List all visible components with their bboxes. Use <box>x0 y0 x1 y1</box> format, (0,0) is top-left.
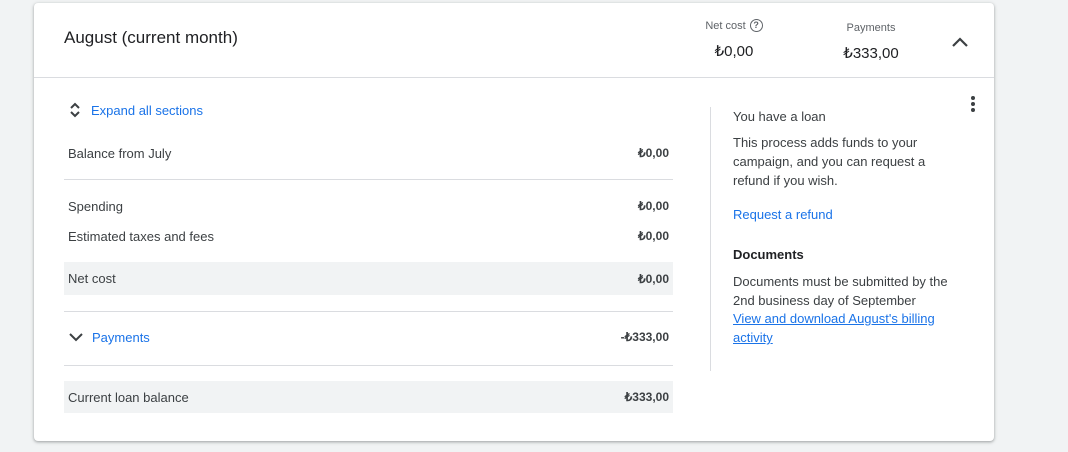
more-options-button[interactable] <box>964 93 982 115</box>
loan-title: You have a loan <box>733 109 826 124</box>
card-header: August (current month) Net cost ? ₺0,00 … <box>34 3 994 78</box>
chevron-down-icon <box>69 333 83 342</box>
loan-description: This process adds funds to your campaign… <box>733 135 926 188</box>
balance-from-label: Balance from July <box>68 145 172 161</box>
expand-all-label: Expand all sections <box>91 102 204 118</box>
loan-balance-label: Current loan balance <box>68 389 189 405</box>
net-cost-row-value: ₺0,00 <box>638 271 669 286</box>
chevron-up-icon <box>952 37 968 47</box>
loan-balance-row: Current loan balance ₺333,00 <box>64 381 673 413</box>
spending-row: Spending ₺0,00 <box>64 190 673 222</box>
loan-balance-value: ₺333,00 <box>624 390 669 404</box>
payments-toggle-label: Payments <box>92 329 150 345</box>
taxes-value: ₺0,00 <box>638 229 669 243</box>
net-cost-label: Net cost <box>705 19 746 32</box>
collapse-button[interactable] <box>946 29 974 57</box>
payments-summary: Payments ₺333,00 <box>826 22 916 62</box>
divider <box>64 311 673 312</box>
billing-card: August (current month) Net cost ? ₺0,00 … <box>34 3 994 441</box>
payments-value: ₺333,00 <box>843 45 899 62</box>
vertical-divider <box>710 107 711 371</box>
help-icon[interactable]: ? <box>749 19 763 32</box>
balance-from-value: ₺0,00 <box>638 146 669 160</box>
taxes-row: Estimated taxes and fees ₺0,00 <box>64 220 673 252</box>
documents-description: Documents must be submitted by the 2nd b… <box>733 274 948 308</box>
spending-value: ₺0,00 <box>638 199 669 213</box>
documents-title: Documents <box>733 247 804 262</box>
divider <box>64 179 673 180</box>
payments-row-value: -₺333,00 <box>620 330 669 344</box>
net-cost-row: Net cost ₺0,00 <box>64 262 673 295</box>
divider <box>64 365 673 366</box>
payments-label: Payments <box>846 22 896 34</box>
payments-row: Payments -₺333,00 <box>64 321 673 353</box>
month-title: August (current month) <box>64 28 238 47</box>
balance-from-row: Balance from July ₺0,00 <box>64 137 673 169</box>
payments-toggle[interactable]: Payments <box>68 329 150 345</box>
taxes-label: Estimated taxes and fees <box>68 228 214 244</box>
net-cost-value: ₺0,00 <box>714 43 754 60</box>
billing-activity-link[interactable]: View and download August's billing activ… <box>733 311 935 345</box>
net-cost-row-label: Net cost <box>68 271 116 286</box>
net-cost-summary: Net cost ? ₺0,00 <box>689 19 779 60</box>
expand-all-button[interactable]: Expand all sections <box>68 101 203 119</box>
more-vert-icon <box>971 96 975 112</box>
request-refund-link[interactable]: Request a refund <box>733 207 833 222</box>
unfold-more-icon <box>70 102 80 118</box>
spending-label: Spending <box>68 198 123 214</box>
